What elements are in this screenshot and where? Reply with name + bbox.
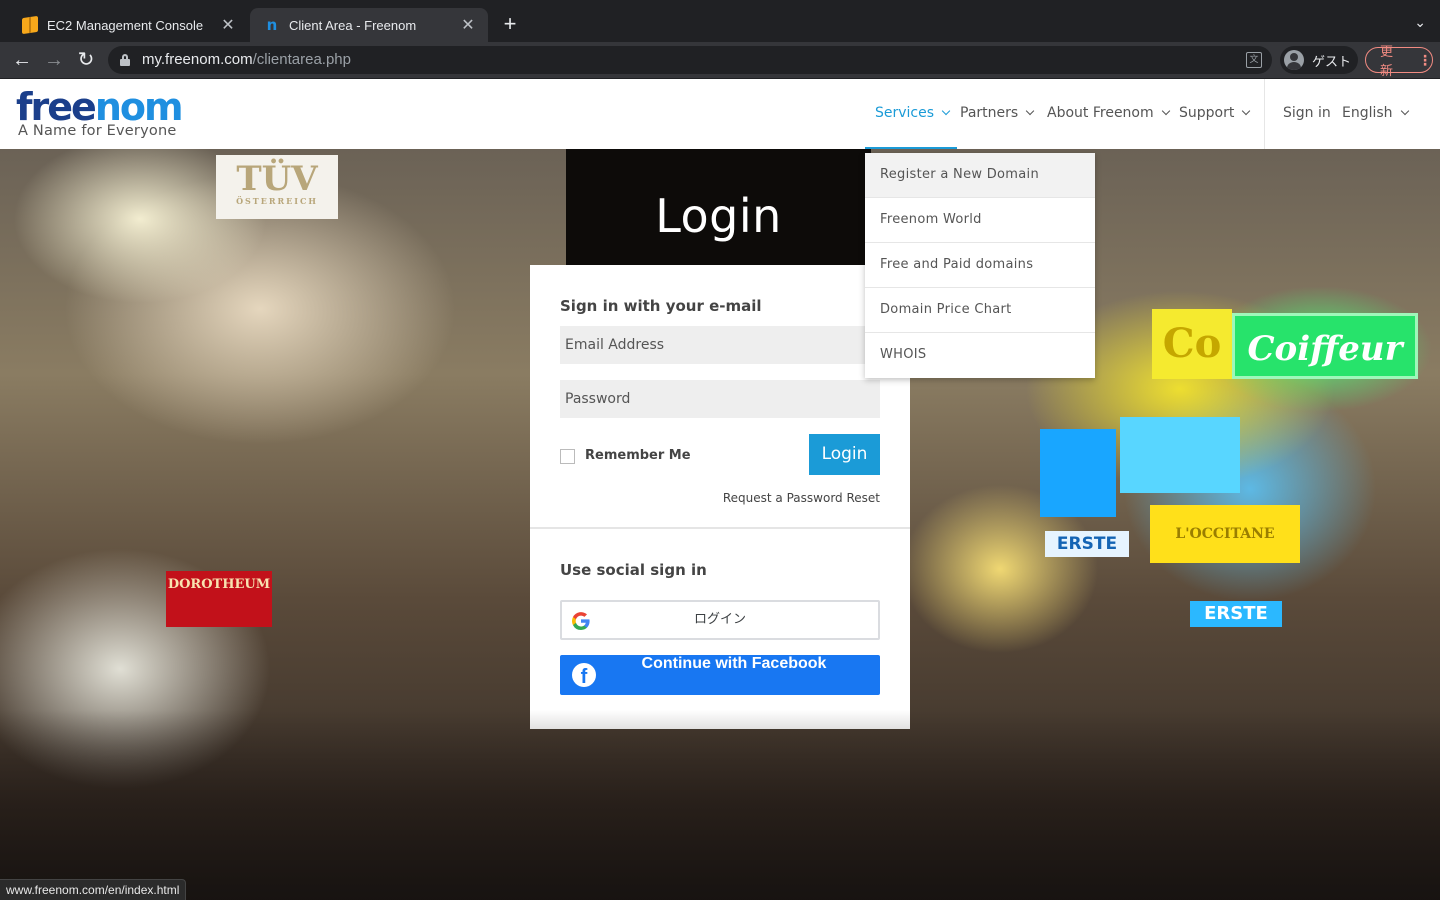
- photo-sign-erste: ERSTE: [1045, 531, 1129, 557]
- logo-tagline: A Name for Everyone: [18, 123, 177, 139]
- aws-icon: [22, 15, 38, 35]
- facebook-signin-button[interactable]: f Continue with Facebook: [560, 655, 880, 695]
- freenom-logo[interactable]: freenom A Name for Everyone: [16, 85, 184, 139]
- more-icon: ⋮: [1418, 51, 1432, 68]
- browser-toolbar: ← → ↻ my.freenom.com/clientarea.php 文 ゲス…: [0, 42, 1440, 78]
- hero-street-photo: TÜV ÖSTERREICH DOROTHEUM Co Coiffeur L'OC…: [0, 149, 1440, 900]
- menu-item-freenom-world[interactable]: Freenom World: [865, 198, 1095, 243]
- web-page: freenom A Name for Everyone Services Par…: [0, 79, 1440, 900]
- chevron-down-icon: [1025, 106, 1035, 116]
- close-icon[interactable]: ✕: [460, 15, 476, 35]
- nav-divider: [1264, 79, 1265, 149]
- site-header: freenom A Name for Everyone Services Par…: [0, 79, 1440, 150]
- nav-language[interactable]: English: [1342, 105, 1409, 121]
- update-label: 更新: [1380, 44, 1394, 78]
- freenom-icon: n: [266, 16, 278, 34]
- chevron-down-icon: [941, 106, 951, 116]
- photo-sign-coiffeur: Coiffeur: [1232, 313, 1418, 379]
- url-text: my.freenom.com/clientarea.php: [142, 51, 351, 68]
- translate-icon[interactable]: 文: [1246, 52, 1262, 68]
- avatar: [1284, 50, 1304, 70]
- google-button-label: ログイン: [693, 612, 746, 627]
- new-tab-button[interactable]: +: [498, 12, 522, 36]
- google-signin-button[interactable]: ログイン: [560, 600, 880, 640]
- reload-button[interactable]: ↻: [74, 48, 98, 72]
- remember-me: Remember Me: [560, 446, 691, 464]
- logo-wordmark: freenom: [16, 85, 184, 129]
- status-bar-url: www.freenom.com/en/index.html: [0, 879, 187, 900]
- menu-item-register-domain[interactable]: Register a New Domain: [865, 153, 1095, 198]
- nav-support[interactable]: Support: [1179, 105, 1251, 121]
- profile-label: ゲスト: [1312, 53, 1352, 69]
- tab-ec2-console[interactable]: EC2 Management Console ✕: [8, 8, 248, 42]
- photo-sign-dorotheum: DOROTHEUM: [166, 571, 272, 627]
- close-icon[interactable]: ✕: [220, 15, 236, 35]
- chevron-down-icon: [1400, 106, 1409, 116]
- nav-sign-in[interactable]: Sign in: [1283, 105, 1331, 121]
- email-field[interactable]: Email Address: [560, 326, 880, 364]
- menu-item-domain-price-chart[interactable]: Domain Price Chart: [865, 288, 1095, 333]
- card-divider: [530, 527, 910, 529]
- back-button[interactable]: ←: [10, 48, 34, 72]
- services-dropdown-menu: Register a New Domain Freenom World Free…: [865, 153, 1095, 378]
- photo-sign-blue: [1040, 429, 1116, 517]
- profile-button[interactable]: ゲスト: [1280, 46, 1358, 74]
- nav-services[interactable]: Services: [875, 105, 951, 121]
- photo-sign-co: Co: [1152, 309, 1232, 379]
- tab-client-area[interactable]: n Client Area - Freenom ✕: [250, 8, 488, 42]
- forward-button[interactable]: →: [42, 48, 66, 72]
- browser-tab-bar: EC2 Management Console ✕ n Client Area -…: [0, 0, 1440, 42]
- nav-about-freenom[interactable]: About Freenom: [1047, 105, 1170, 121]
- chevron-down-icon: [1161, 106, 1170, 116]
- photo-sign-erste: ERSTE: [1190, 601, 1282, 627]
- photo-sign-occitane: L'OCCITANE: [1150, 505, 1300, 563]
- chevron-down-icon[interactable]: ⌄: [1414, 14, 1426, 31]
- menu-item-free-paid-domains[interactable]: Free and Paid domains: [865, 243, 1095, 288]
- address-bar[interactable]: my.freenom.com/clientarea.php 文: [108, 46, 1272, 74]
- facebook-button-label: Continue with Facebook: [641, 655, 827, 672]
- update-button[interactable]: 更新 ⋮: [1365, 44, 1433, 78]
- email-signin-heading: Sign in with your e-mail: [560, 297, 762, 315]
- password-field[interactable]: Password: [560, 380, 880, 418]
- lock-icon[interactable]: [120, 54, 130, 66]
- photo-sign-tuv: TÜV ÖSTERREICH: [216, 155, 338, 219]
- menu-item-whois[interactable]: WHOIS: [865, 333, 1095, 378]
- photo-sign-blue: [1120, 417, 1240, 493]
- remember-me-checkbox[interactable]: [560, 449, 575, 464]
- tab-title: Client Area - Freenom: [289, 17, 417, 33]
- login-card: Sign in with your e-mail Email Address P…: [530, 265, 910, 729]
- nav-partners[interactable]: Partners: [960, 105, 1035, 121]
- chevron-down-icon: [1242, 106, 1251, 116]
- social-signin-heading: Use social sign in: [560, 561, 707, 579]
- remember-me-label: Remember Me: [585, 447, 691, 463]
- password-reset-link[interactable]: Request a Password Reset: [723, 491, 880, 505]
- tab-title: EC2 Management Console: [47, 17, 204, 33]
- page-title: Login: [655, 189, 782, 243]
- login-button[interactable]: Login: [809, 434, 880, 475]
